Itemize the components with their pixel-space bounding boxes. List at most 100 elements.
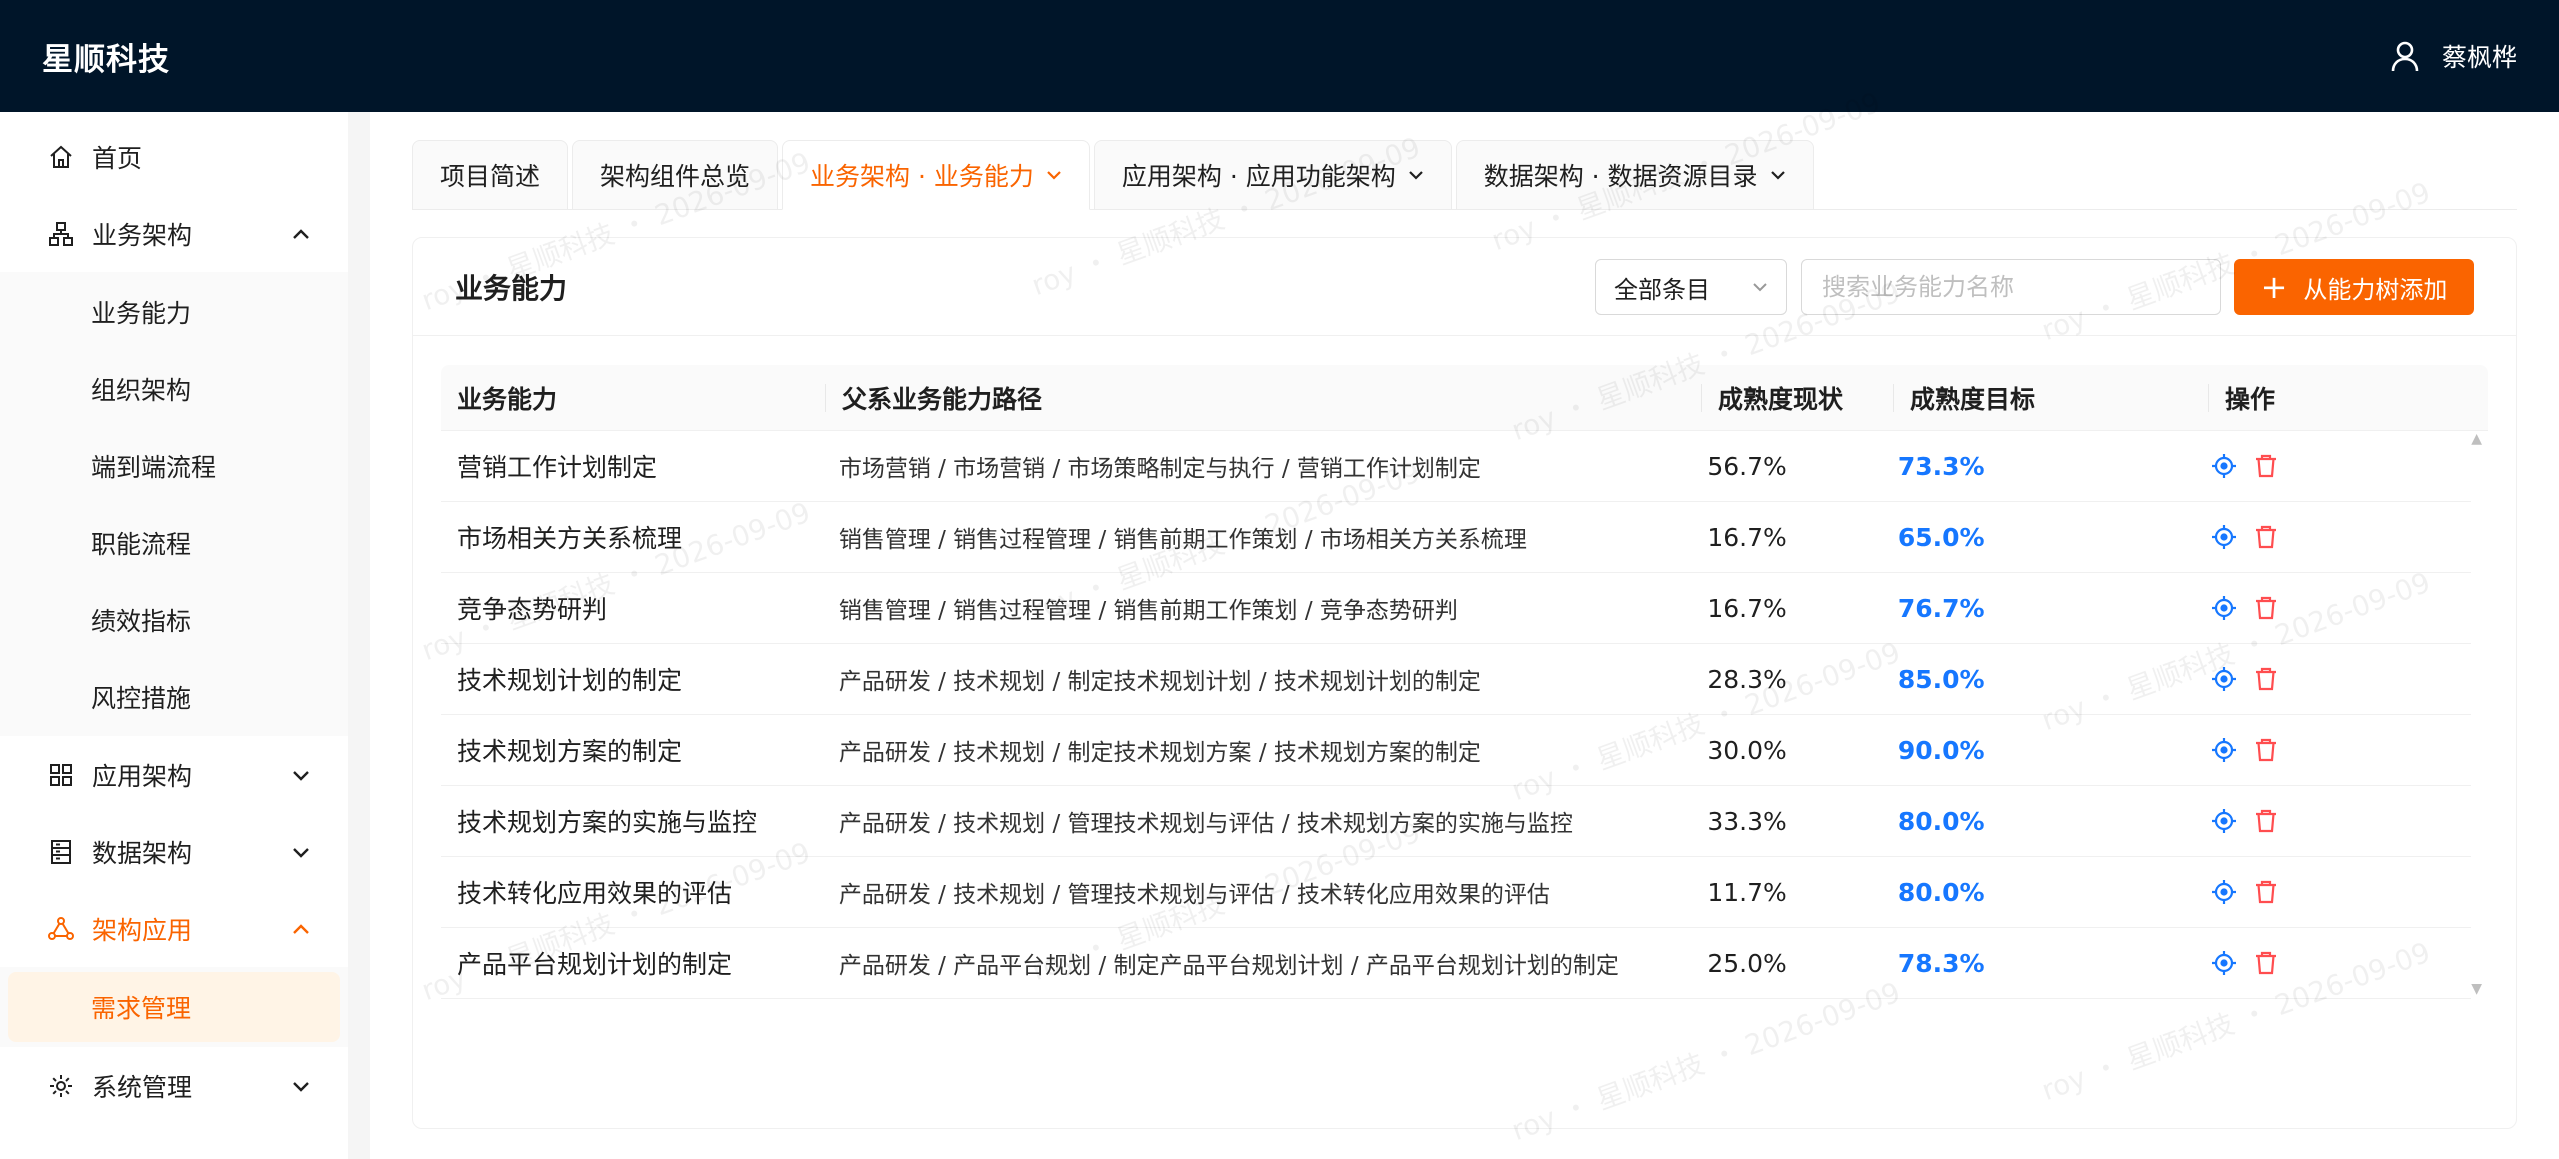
locate-icon[interactable] [2210, 594, 2238, 622]
row-actions [2194, 594, 2471, 622]
chevron-up-icon [293, 923, 309, 934]
maturity-target: 65.0% [1897, 522, 1985, 552]
column-header: 操作 [2225, 384, 2276, 414]
maturity-target: 73.3% [1897, 451, 1985, 481]
parent-path: 产品研发 / 技术规划 / 制定技术规划方案 / 技术规划方案的制定 [838, 740, 1481, 766]
maturity-current: 33.3% [1707, 806, 1787, 836]
maturity-current: 11.7% [1707, 877, 1787, 907]
submenu-business-architecture: 业务能力 组织架构 端到端流程 职能流程 绩效指标 风控措施 [0, 272, 348, 736]
sidebar-item-business-capability[interactable]: 业务能力 [0, 273, 348, 350]
locate-icon[interactable] [2210, 523, 2238, 551]
chevron-down-icon [293, 847, 309, 858]
maturity-target: 78.3% [1897, 948, 1985, 978]
tab-business-capability[interactable]: 业务架构 · 业务能力 [782, 140, 1090, 210]
row-actions [2194, 665, 2471, 693]
user-name: 蔡枫桦 [2441, 43, 2517, 72]
locate-icon[interactable] [2210, 452, 2238, 480]
parent-path: 销售管理 / 销售过程管理 / 销售前期工作策划 / 市场相关方关系梳理 [838, 527, 1527, 553]
row-actions [2194, 949, 2471, 977]
maturity-target: 80.0% [1897, 806, 1985, 836]
tab-project-summary[interactable]: 项目简述 [412, 140, 569, 210]
scroll-down-icon[interactable]: ▼ [2471, 981, 2482, 997]
add-from-tree-button[interactable]: + 从能力树添加 [2234, 259, 2474, 315]
sidebar-item-system-management[interactable]: 系统管理 [0, 1047, 348, 1124]
tab-application-function[interactable]: 应用架构 · 应用功能架构 [1093, 140, 1452, 210]
sidebar-item-business-architecture[interactable]: 业务架构 [0, 195, 348, 272]
table-row: 市场相关方关系梳理 销售管理 / 销售过程管理 / 销售前期工作策划 / 市场相… [441, 502, 2471, 573]
chevron-down-icon [293, 770, 309, 781]
brand-logo: 星顺科技 [42, 41, 170, 78]
chevron-down-icon [1753, 283, 1767, 292]
row-actions [2194, 807, 2471, 835]
locate-icon[interactable] [2210, 878, 2238, 906]
table-row: 技术规划方案的制定 产品研发 / 技术规划 / 制定技术规划方案 / 技术规划方… [441, 715, 2471, 786]
hierarchy-icon [48, 221, 74, 247]
row-actions [2194, 736, 2471, 764]
sidebar-item-architecture-application[interactable]: 架构应用 [0, 890, 348, 967]
delete-icon[interactable] [2252, 949, 2280, 977]
parent-path: 销售管理 / 销售过程管理 / 销售前期工作策划 / 竞争态势研判 [838, 598, 1458, 624]
sidebar-item-kpi[interactable]: 绩效指标 [0, 581, 348, 658]
chevron-down-icon [1408, 171, 1423, 180]
sidebar-item-functional-process[interactable]: 职能流程 [0, 504, 348, 581]
maturity-current: 16.7% [1707, 593, 1787, 623]
card-header: 业务能力 全部条目 + 从能力树添加 [413, 238, 2516, 336]
sidebar-item-organization[interactable]: 组织架构 [0, 350, 348, 427]
capability-name: 技术规划方案的实施与监控 [457, 808, 758, 837]
delete-icon[interactable] [2252, 807, 2280, 835]
capability-name: 竞争态势研判 [457, 595, 608, 624]
delete-icon[interactable] [2252, 594, 2280, 622]
maturity-current: 16.7% [1707, 522, 1787, 552]
filter-select[interactable]: 全部条目 [1595, 259, 1787, 315]
locate-icon[interactable] [2210, 807, 2238, 835]
capability-name: 技术转化应用效果的评估 [457, 879, 733, 908]
database-icon [48, 839, 74, 865]
search-input[interactable] [1801, 259, 2221, 315]
maturity-current: 25.0% [1707, 948, 1787, 978]
delete-icon[interactable] [2252, 665, 2280, 693]
user-menu[interactable]: 蔡枫桦 [2390, 38, 2517, 74]
chevron-down-icon [1047, 171, 1061, 180]
table-row: 技术规划方案的实施与监控 产品研发 / 技术规划 / 管理技术规划与评估 / 技… [441, 786, 2471, 857]
table-row: 竞争态势研判 销售管理 / 销售过程管理 / 销售前期工作策划 / 竞争态势研判… [441, 573, 2471, 644]
locate-icon[interactable] [2210, 665, 2238, 693]
sidebar-item-data-architecture[interactable]: 数据架构 [0, 813, 348, 890]
delete-icon[interactable] [2252, 878, 2280, 906]
sidebar-item-e2e-process[interactable]: 端到端流程 [0, 427, 348, 504]
sidebar-item-application-architecture[interactable]: 应用架构 [0, 736, 348, 813]
maturity-current: 56.7% [1707, 451, 1787, 481]
locate-icon[interactable] [2210, 736, 2238, 764]
chevron-down-icon [293, 1081, 309, 1092]
tab-component-overview[interactable]: 架构组件总览 [572, 140, 779, 210]
table-row: 技术规划计划的制定 产品研发 / 技术规划 / 制定技术规划计划 / 技术规划计… [441, 644, 2471, 715]
sidebar-item-requirement-management[interactable]: 需求管理 [8, 972, 340, 1042]
row-actions [2194, 452, 2471, 480]
capability-name: 产品平台规划计划的制定 [457, 950, 733, 979]
parent-path: 产品研发 / 技术规划 / 管理技术规划与评估 / 技术规划方案的实施与监控 [838, 811, 1573, 837]
maturity-target: 76.7% [1897, 593, 1985, 623]
tab-bar: 项目简述 架构组件总览 业务架构 · 业务能力 应用架构 · 应用功能架构 数据… [412, 140, 2517, 210]
maturity-target: 90.0% [1897, 735, 1985, 765]
filter-value: 全部条目 [1614, 275, 1710, 304]
scroll-up-icon[interactable]: ▲ [2471, 431, 2482, 447]
sidebar-item-home[interactable]: 首页 [0, 118, 348, 195]
table-header: 业务能力 父系业务能力路径 成熟度现状 成熟度目标 操作 [441, 365, 2488, 431]
delete-icon[interactable] [2252, 452, 2280, 480]
plus-icon: + [2260, 268, 2288, 306]
sidebar-item-risk-control[interactable]: 风控措施 [0, 658, 348, 735]
delete-icon[interactable] [2252, 736, 2280, 764]
capability-name: 营销工作计划制定 [457, 453, 658, 482]
chevron-down-icon [1770, 171, 1785, 180]
table-row: 营销工作计划制定 市场营销 / 市场营销 / 市场策略制定与执行 / 营销工作计… [441, 431, 2471, 502]
parent-path: 产品研发 / 产品平台规划 / 制定产品平台规划计划 / 产品平台规划计划的制定 [838, 953, 1619, 979]
parent-path: 产品研发 / 技术规划 / 制定技术规划计划 / 技术规划计划的制定 [838, 669, 1481, 695]
user-icon [2391, 41, 2419, 72]
parent-path: 产品研发 / 技术规划 / 管理技术规划与评估 / 技术转化应用效果的评估 [838, 882, 1550, 908]
locate-icon[interactable] [2210, 949, 2238, 977]
delete-icon[interactable] [2252, 523, 2280, 551]
tab-data-resource-catalog[interactable]: 数据架构 · 数据资源目录 [1455, 140, 1814, 210]
submenu-architecture-application: 需求管理 [0, 967, 348, 1047]
maturity-target: 85.0% [1897, 664, 1985, 694]
capability-name: 技术规划计划的制定 [457, 666, 683, 695]
home-icon [48, 144, 74, 170]
